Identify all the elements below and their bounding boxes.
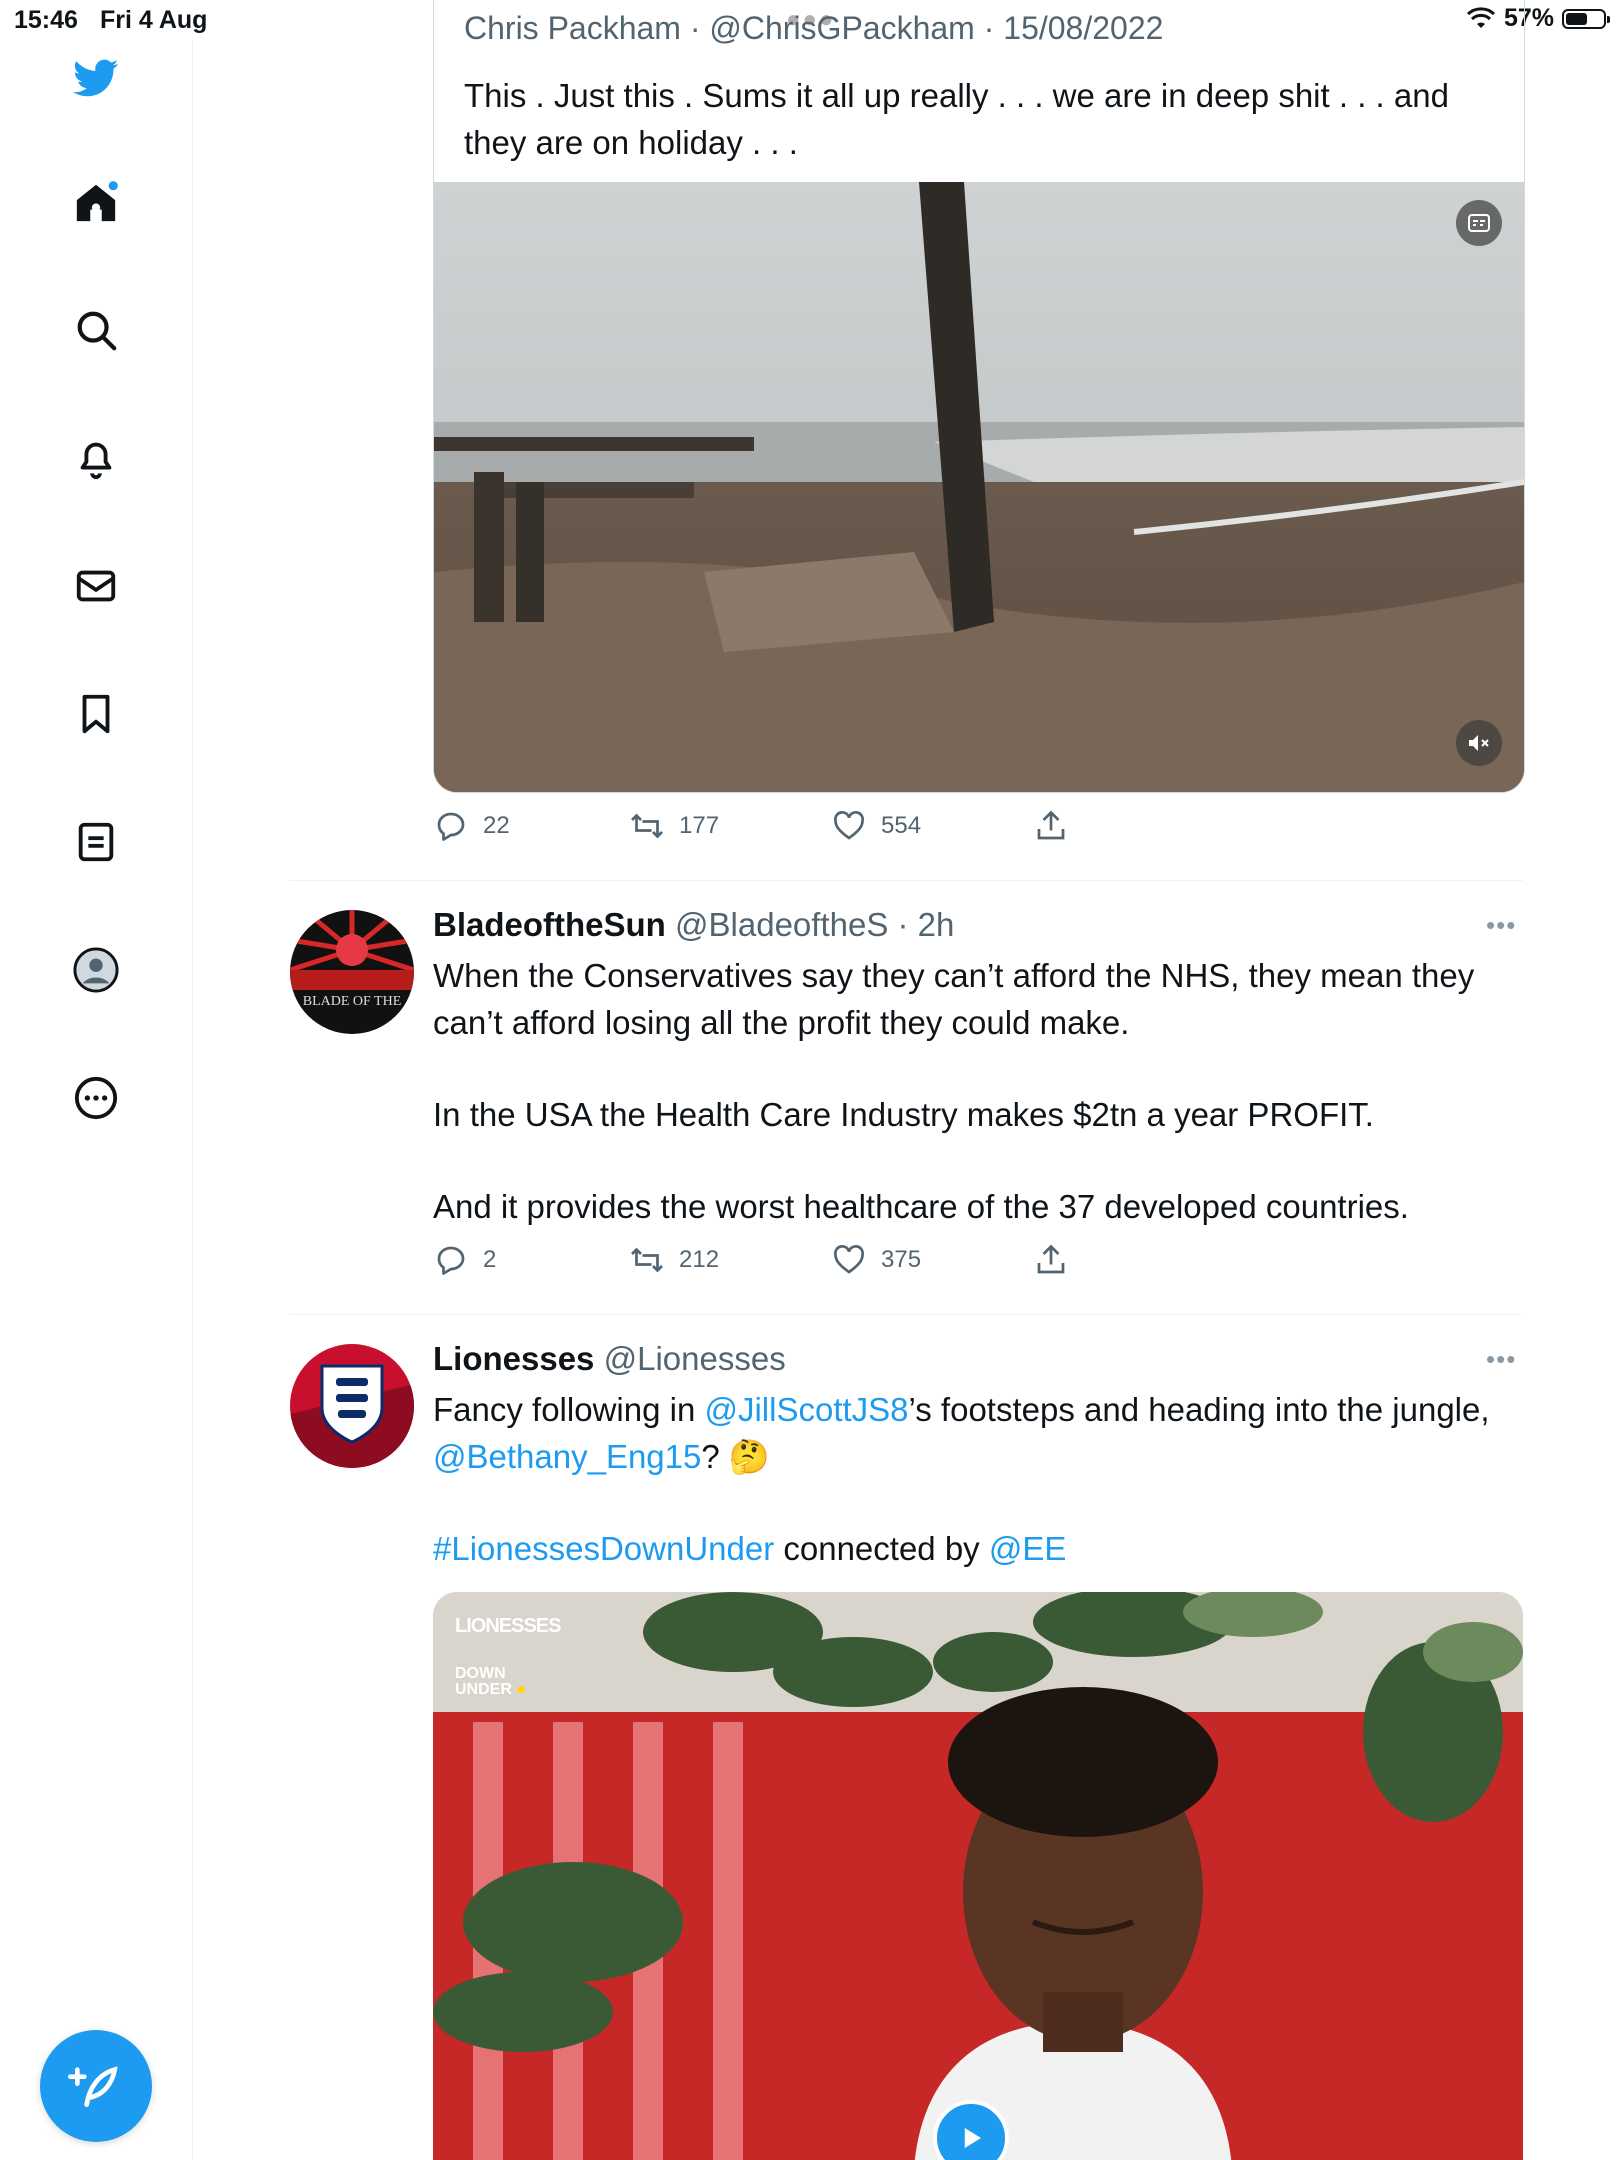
handle[interactable]: @BladeoftheS: [675, 906, 888, 943]
tweet-text-segment: ? 🤔: [701, 1438, 770, 1475]
quoted-tweet-card[interactable]: Chris Packham · @ChrisGPackham · 15/08/2…: [433, 0, 1525, 793]
timeline-feed[interactable]: Chris Packham · @ChrisGPackham · 15/08/2…: [192, 0, 1620, 2160]
reply-button[interactable]: 22: [433, 808, 510, 844]
share-button[interactable]: [1033, 1242, 1069, 1278]
tweet-paragraph: Fancy following in @JillScottJS8’s foots…: [433, 1386, 1523, 1480]
mail-icon[interactable]: [64, 554, 128, 618]
share-button[interactable]: [1033, 808, 1069, 844]
avatar[interactable]: [290, 1344, 414, 1468]
status-time: 15:46: [14, 6, 78, 34]
lionesses-avatar-image: [290, 1344, 414, 1468]
tweet-divider: [290, 880, 1523, 881]
tweet-paragraph: And it provides the worst healthcare of …: [433, 1188, 1409, 1225]
mention-link[interactable]: @JillScottJS8: [704, 1391, 908, 1428]
bookmark-icon[interactable]: [64, 682, 128, 746]
search-icon[interactable]: [64, 298, 128, 362]
profile-icon[interactable]: [64, 938, 128, 1002]
quoted-tweet-header: Chris Packham · @ChrisGPackham · 15/08/2…: [464, 10, 1164, 46]
mute-icon[interactable]: [1456, 720, 1502, 766]
tweet-text-segment: connected by: [774, 1530, 989, 1567]
display-name[interactable]: BladeoftheSun: [433, 906, 666, 943]
tweet-paragraph: In the USA the Health Care Industry make…: [433, 1096, 1374, 1133]
quoted-tweet-text: This . Just this . Sums it all up really…: [464, 77, 1449, 161]
tweet-header: BladeoftheSun @BladeoftheS · 2h: [433, 906, 954, 944]
tweet-header: Lionesses @Lionesses: [433, 1340, 786, 1378]
lionesses-video[interactable]: LIONESSES DOWN UNDER ●: [433, 1592, 1523, 2160]
tweet-actions-2: 2 212 375: [433, 1242, 1133, 1290]
blade-avatar-image: BLADE OF THE: [290, 910, 414, 1034]
more-options-icon[interactable]: •••: [1486, 910, 1516, 941]
twitter-logo-icon[interactable]: [64, 46, 128, 110]
compose-button[interactable]: [40, 2030, 152, 2142]
retweet-count: 177: [679, 812, 720, 839]
like-button[interactable]: 375: [831, 1242, 921, 1278]
retweet-icon: [631, 1247, 663, 1273]
tweet-text-segment: ’s footsteps and heading into the jungle…: [908, 1391, 1490, 1428]
retweet-icon: [631, 813, 663, 839]
heart-icon: [834, 811, 864, 840]
lionesses-video-frame: [433, 1592, 1523, 2160]
compose-feather-icon: [68, 2066, 118, 2107]
share-icon: [1037, 810, 1065, 840]
tweet-paragraph: When the Conservatives say they can’t af…: [433, 957, 1475, 1041]
play-icon: [964, 2128, 981, 2148]
mention-link[interactable]: @Bethany_Eng15: [433, 1438, 701, 1475]
share-icon: [1037, 1244, 1065, 1274]
lionesses-down-under-logo: LIONESSES DOWN UNDER ●: [455, 1615, 561, 1698]
tweet-divider: [290, 1314, 1523, 1315]
tweet-text: When the Conservatives say they can’t af…: [433, 952, 1523, 1275]
beach-video[interactable]: [434, 182, 1524, 792]
like-count: 375: [881, 1246, 922, 1273]
bell-icon[interactable]: [64, 426, 128, 490]
avatar-text: BLADE OF THE: [303, 994, 402, 1009]
captions-icon[interactable]: [1456, 200, 1502, 246]
reply-icon: [437, 1246, 465, 1275]
like-count: 554: [881, 812, 922, 839]
retweet-count: 212: [679, 1246, 720, 1273]
tweet-text-segment: Fancy following in: [433, 1391, 705, 1428]
retweet-button[interactable]: 177: [629, 808, 719, 844]
reply-count: 2: [483, 1246, 497, 1273]
hashtag-link[interactable]: #LionessesDownUnder: [433, 1530, 774, 1567]
retweet-button[interactable]: 212: [629, 1242, 719, 1278]
sidebar-nav: [0, 40, 193, 2160]
home-icon[interactable]: [64, 170, 128, 234]
mention-link[interactable]: @EE: [989, 1530, 1067, 1567]
like-button[interactable]: 554: [831, 808, 921, 844]
logo-text: DOWN: [455, 1665, 506, 1682]
tweet-actions-1: 22 177 554: [433, 808, 1133, 856]
avatar[interactable]: BLADE OF THE: [290, 910, 414, 1034]
heart-icon: [834, 1245, 864, 1274]
display-name[interactable]: Lionesses: [433, 1340, 594, 1377]
timestamp[interactable]: · 2h: [898, 906, 955, 943]
beach-video-frame: [434, 182, 1524, 792]
more-circle-icon[interactable]: [64, 1066, 128, 1130]
tweet-paragraph: #LionessesDownUnder connected by @EE: [433, 1525, 1523, 1572]
logo-text: LIONESSES: [455, 1615, 561, 1637]
tweet-text: Fancy following in @JillScottJS8’s foots…: [433, 1386, 1523, 1617]
reply-icon: [437, 812, 465, 841]
handle[interactable]: @Lionesses: [604, 1340, 786, 1377]
logo-text: UNDER: [455, 1681, 512, 1698]
reply-count: 22: [483, 812, 510, 839]
more-options-icon[interactable]: •••: [1486, 1344, 1516, 1375]
reply-button[interactable]: 2: [433, 1242, 496, 1278]
list-icon[interactable]: [64, 810, 128, 874]
